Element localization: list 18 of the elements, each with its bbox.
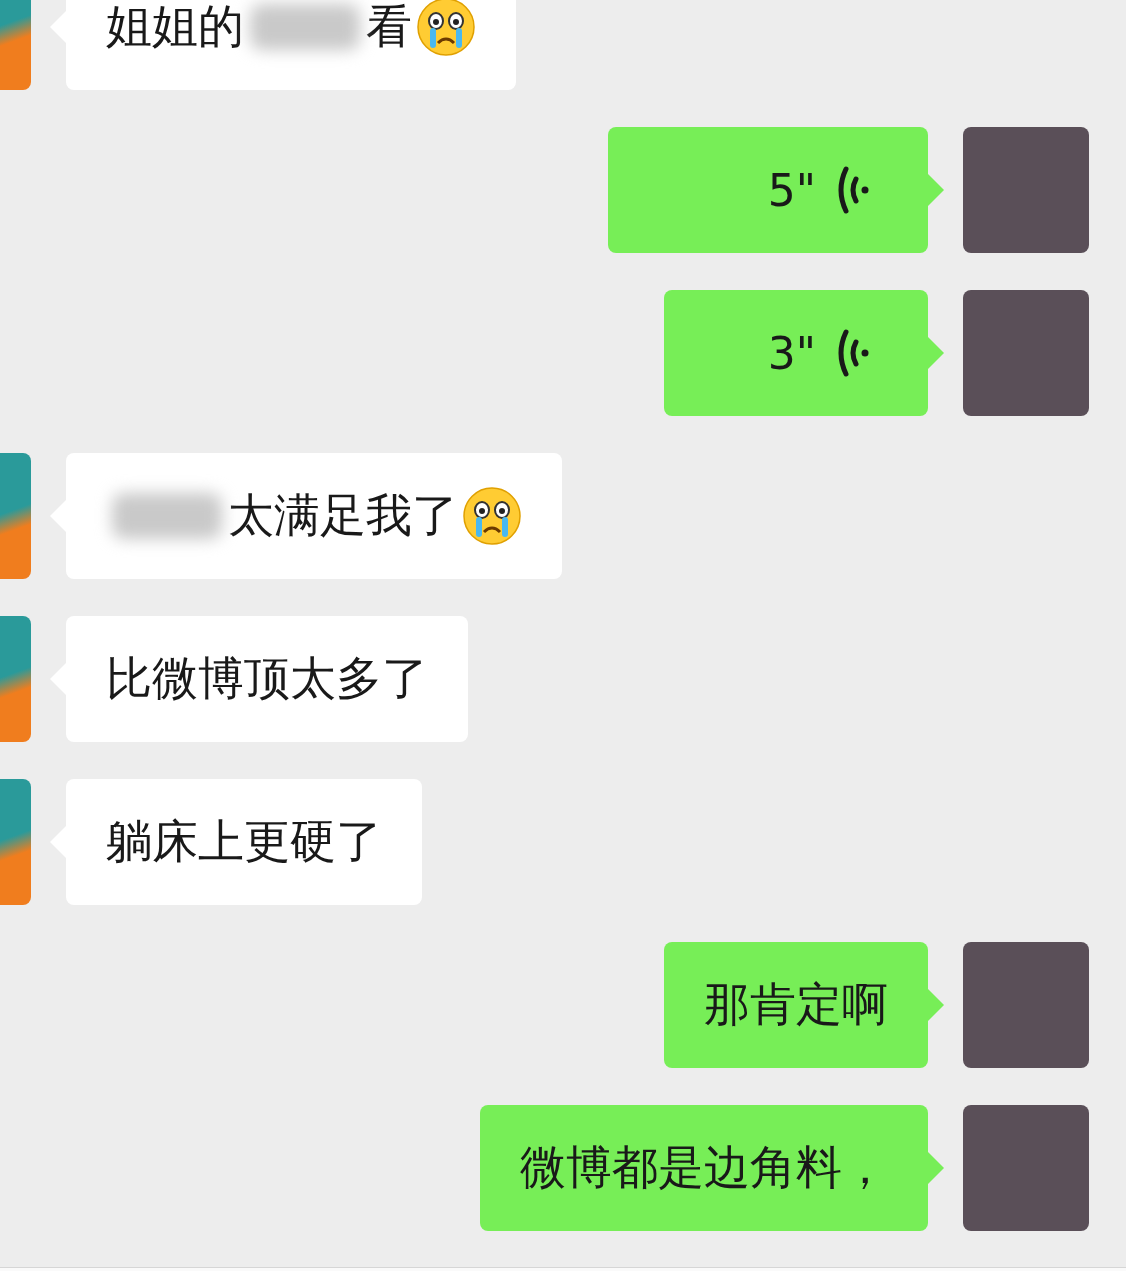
message-text: 太满足我了 bbox=[228, 487, 458, 544]
avatar-photo-placeholder[interactable] bbox=[0, 0, 31, 90]
voice-duration: 3" bbox=[767, 327, 816, 379]
avatar-photo-placeholder[interactable] bbox=[963, 942, 1089, 1068]
message-text: 微博都是边角料， bbox=[520, 1139, 888, 1196]
avatar-photo-placeholder[interactable] bbox=[963, 127, 1089, 253]
crying-face-icon bbox=[462, 486, 522, 546]
avatar-photo-placeholder[interactable] bbox=[0, 453, 31, 579]
message-text: 那肯定啊 bbox=[704, 976, 888, 1033]
avatar-photo-placeholder[interactable] bbox=[963, 1105, 1089, 1231]
voice-duration: 5" bbox=[767, 164, 816, 216]
message-text: 躺床上更硬了 bbox=[106, 813, 382, 870]
message-text: 看 bbox=[366, 0, 412, 55]
message-text: 姐姐的 bbox=[106, 0, 244, 55]
avatar-photo-placeholder[interactable] bbox=[0, 779, 31, 905]
avatar-photo-placeholder[interactable] bbox=[0, 616, 31, 742]
avatar-photo-placeholder[interactable] bbox=[963, 290, 1089, 416]
message-text: 比微博顶太多了 bbox=[106, 650, 428, 707]
